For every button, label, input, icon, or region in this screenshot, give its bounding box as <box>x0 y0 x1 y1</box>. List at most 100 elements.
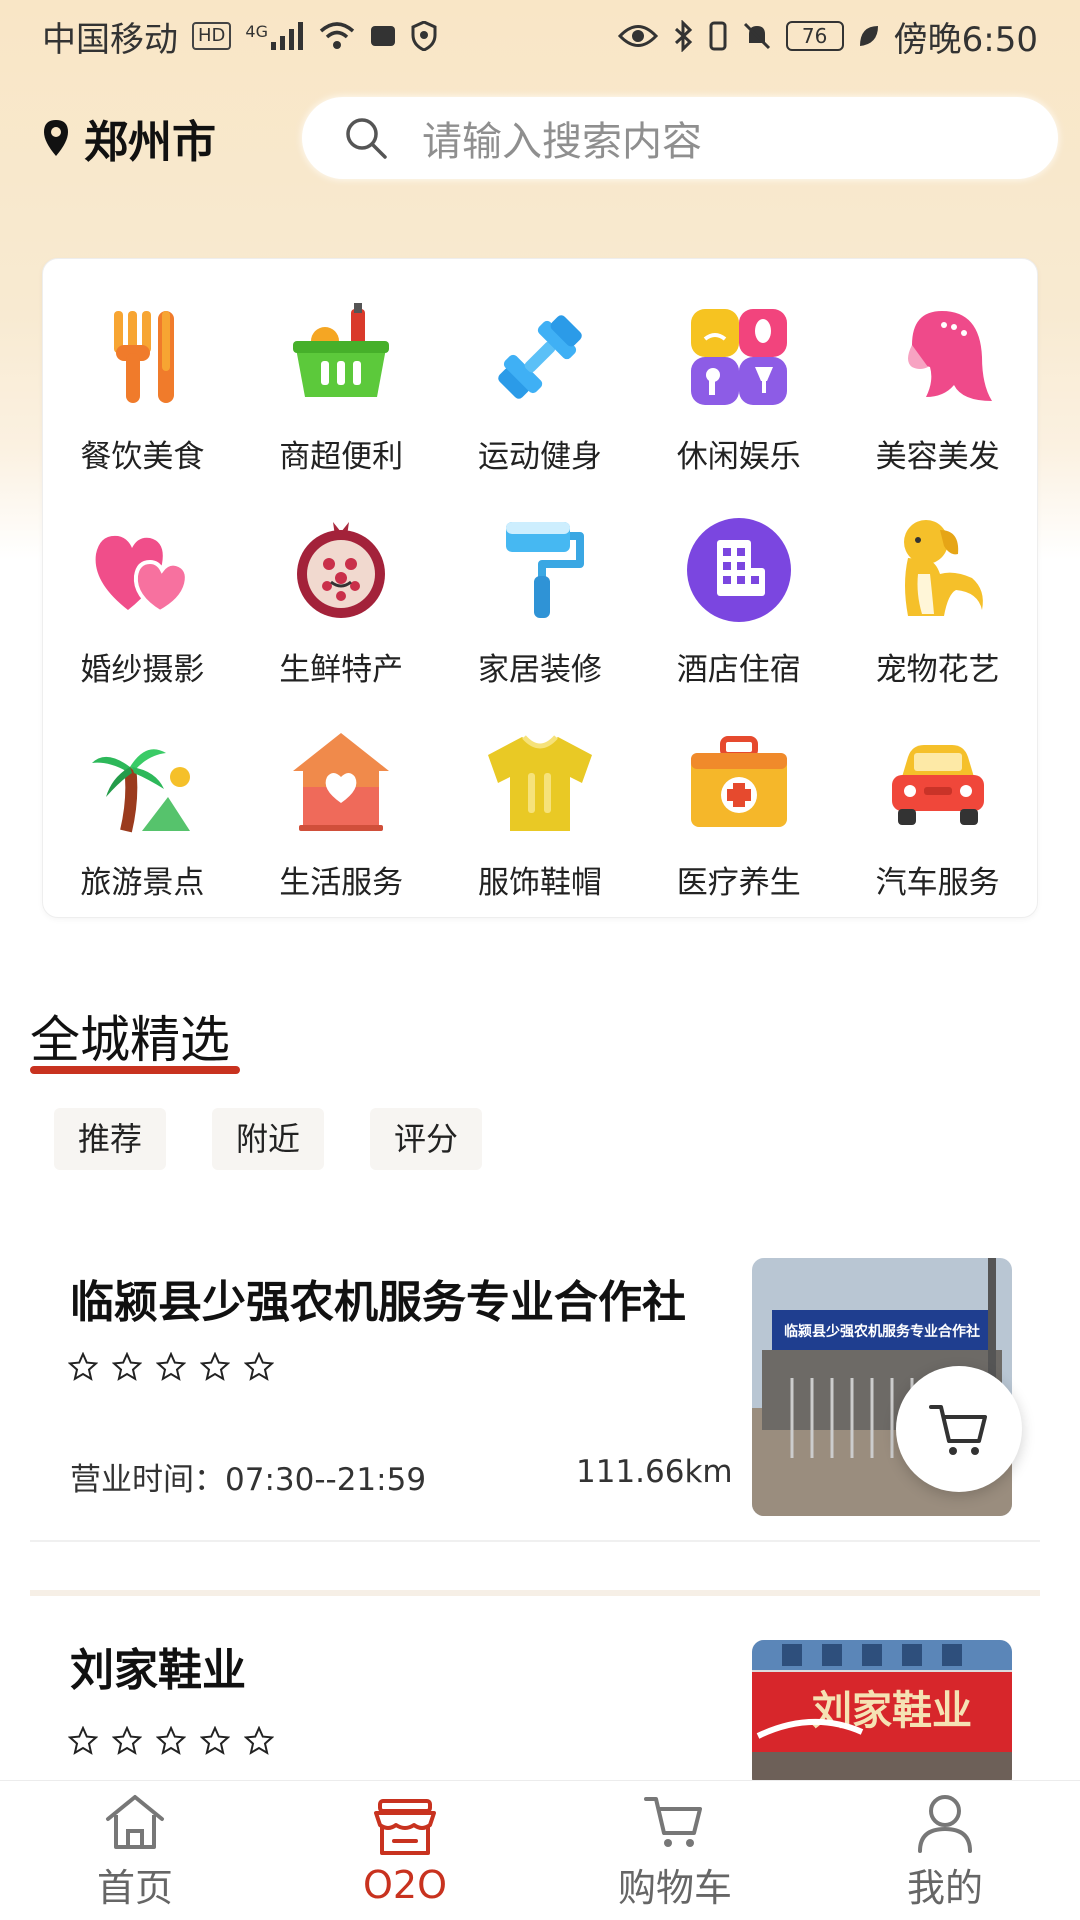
hd-badge: HD <box>192 22 232 50</box>
category-label: 婚纱摄影 <box>80 652 205 688</box>
star-icon <box>244 1726 274 1755</box>
store-card[interactable]: 临颍县少强农机服务专业合作社 营业时间：07:30--21:59 111.66k… <box>30 1232 1040 1542</box>
beauty-hair-icon <box>907 311 992 401</box>
category-wedding-photo[interactable]: 婚纱摄影 <box>43 514 242 689</box>
category-label: 美容美发 <box>875 439 1000 475</box>
hotel-icon <box>686 518 791 622</box>
mute-bell-icon <box>743 22 770 50</box>
category-auto[interactable]: 汽车服务 <box>838 727 1037 902</box>
star-icon <box>112 1726 142 1755</box>
city-label: 郑州市 <box>84 117 216 168</box>
store-sign-text: 刘家鞋业 <box>812 1688 972 1734</box>
category-label: 生鲜特产 <box>279 652 404 688</box>
category-label: 餐饮美食 <box>80 439 205 475</box>
leisure-icon <box>690 309 787 405</box>
filter-tab-recommend[interactable]: 推荐 <box>54 1108 167 1170</box>
category-medical[interactable]: 医疗养生 <box>639 727 838 902</box>
star-icon <box>200 1352 230 1381</box>
shirt-icon <box>487 735 592 831</box>
category-fitness[interactable]: 运动健身 <box>441 301 640 476</box>
category-pets-flowers[interactable]: 宠物花艺 <box>838 514 1037 689</box>
category-label: 运动健身 <box>477 439 602 475</box>
location-pin-icon <box>44 120 68 156</box>
category-label: 酒店住宿 <box>676 652 801 688</box>
eye-icon <box>617 25 658 47</box>
search-input[interactable]: 请输入搜索内容 <box>302 97 1058 179</box>
nav-label: 首页 <box>96 1866 173 1910</box>
shield-icon <box>411 21 437 51</box>
hearts-icon <box>95 535 190 615</box>
category-label: 家居装修 <box>477 652 602 688</box>
store-name: 临颍县少强农机服务专业合作社 <box>70 1277 686 1328</box>
store-thumbnail[interactable]: 刘家鞋业 <box>752 1640 1012 1790</box>
vibrate-icon <box>709 21 727 51</box>
car-icon <box>891 745 984 825</box>
search-icon <box>346 118 387 159</box>
filter-tab-rating[interactable]: 评分 <box>370 1108 483 1170</box>
category-dining[interactable]: 餐饮美食 <box>43 301 242 476</box>
nav-label: 我的 <box>906 1866 983 1910</box>
carrier-label: 中国移动 <box>42 19 178 60</box>
home-icon <box>106 1795 164 1849</box>
clock: 傍晚6:50 <box>893 19 1038 60</box>
star-icon <box>112 1352 142 1381</box>
category-label: 服饰鞋帽 <box>477 865 602 901</box>
status-bar: 中国移动 HD 4G 76 傍晚6:50 <box>0 0 1080 72</box>
category-tourism[interactable]: 旅游景点 <box>43 727 242 902</box>
cart-icon <box>929 1405 987 1455</box>
rating-stars <box>68 1726 274 1756</box>
star-icon <box>200 1726 230 1755</box>
category-label: 汽车服务 <box>875 865 1000 901</box>
medical-kit-icon <box>690 736 787 827</box>
category-fresh-produce[interactable]: 生鲜特产 <box>242 514 441 689</box>
dumbbell-icon <box>498 315 582 399</box>
category-label: 商超便利 <box>279 439 404 475</box>
filter-tab-nearby[interactable]: 附近 <box>212 1108 325 1170</box>
filter-tabs: 推荐 附近 评分 <box>54 1108 483 1170</box>
nav-profile[interactable]: 我的 <box>810 1781 1080 1920</box>
bluetooth-icon <box>674 20 692 52</box>
star-icon <box>244 1352 274 1381</box>
wifi-icon <box>319 22 355 49</box>
nav-label: O2O <box>363 1862 447 1907</box>
notification-icon <box>370 26 395 46</box>
store-card[interactable]: 刘家鞋业 刘家鞋业 <box>30 1590 1040 1790</box>
category-label: 生活服务 <box>279 865 404 901</box>
category-label: 医疗养生 <box>676 865 801 901</box>
rating-stars <box>68 1352 274 1382</box>
section-title-underline <box>30 1066 240 1074</box>
network-type: 4G <box>245 22 268 41</box>
header: 郑州市 请输入搜索内容 <box>0 92 1080 184</box>
distance: 111.66km <box>576 1454 733 1490</box>
pomegranate-icon <box>297 522 386 618</box>
leaf-icon <box>859 26 878 46</box>
search-placeholder: 请输入搜索内容 <box>422 119 702 165</box>
category-life-services[interactable]: 生活服务 <box>242 727 441 902</box>
signal-icon: 4G <box>245 22 305 50</box>
palm-tree-icon <box>92 749 191 833</box>
star-icon <box>68 1352 98 1381</box>
floating-cart-button[interactable] <box>896 1366 1022 1492</box>
paint-roller-icon <box>505 522 584 618</box>
store-icon <box>374 1798 436 1855</box>
bottom-navigation: 首页 O2O 购物车 我的 <box>0 1780 1080 1920</box>
category-label: 休闲娱乐 <box>676 439 801 475</box>
city-selector[interactable]: 郑州市 <box>42 106 260 170</box>
category-label: 宠物花艺 <box>875 652 1000 688</box>
business-hours: 营业时间：07:30--21:59 <box>70 1462 427 1498</box>
store-name: 刘家鞋业 <box>70 1645 246 1696</box>
cart-icon <box>644 1797 702 1847</box>
grocery-basket-icon <box>293 303 390 397</box>
section-title: 全城精选 <box>30 1011 230 1069</box>
star-icon <box>156 1352 186 1381</box>
category-beauty[interactable]: 美容美发 <box>838 301 1037 476</box>
category-home-decor[interactable]: 家居装修 <box>441 514 640 689</box>
category-apparel[interactable]: 服饰鞋帽 <box>441 727 640 902</box>
nav-home[interactable]: 首页 <box>0 1781 270 1920</box>
battery-indicator: 76 <box>785 21 844 51</box>
nav-cart[interactable]: 购物车 <box>540 1781 810 1920</box>
nav-o2o[interactable]: O2O <box>270 1781 540 1920</box>
category-hotel[interactable]: 酒店住宿 <box>639 514 838 689</box>
category-leisure[interactable]: 休闲娱乐 <box>639 301 838 476</box>
category-grocery[interactable]: 商超便利 <box>242 301 441 476</box>
